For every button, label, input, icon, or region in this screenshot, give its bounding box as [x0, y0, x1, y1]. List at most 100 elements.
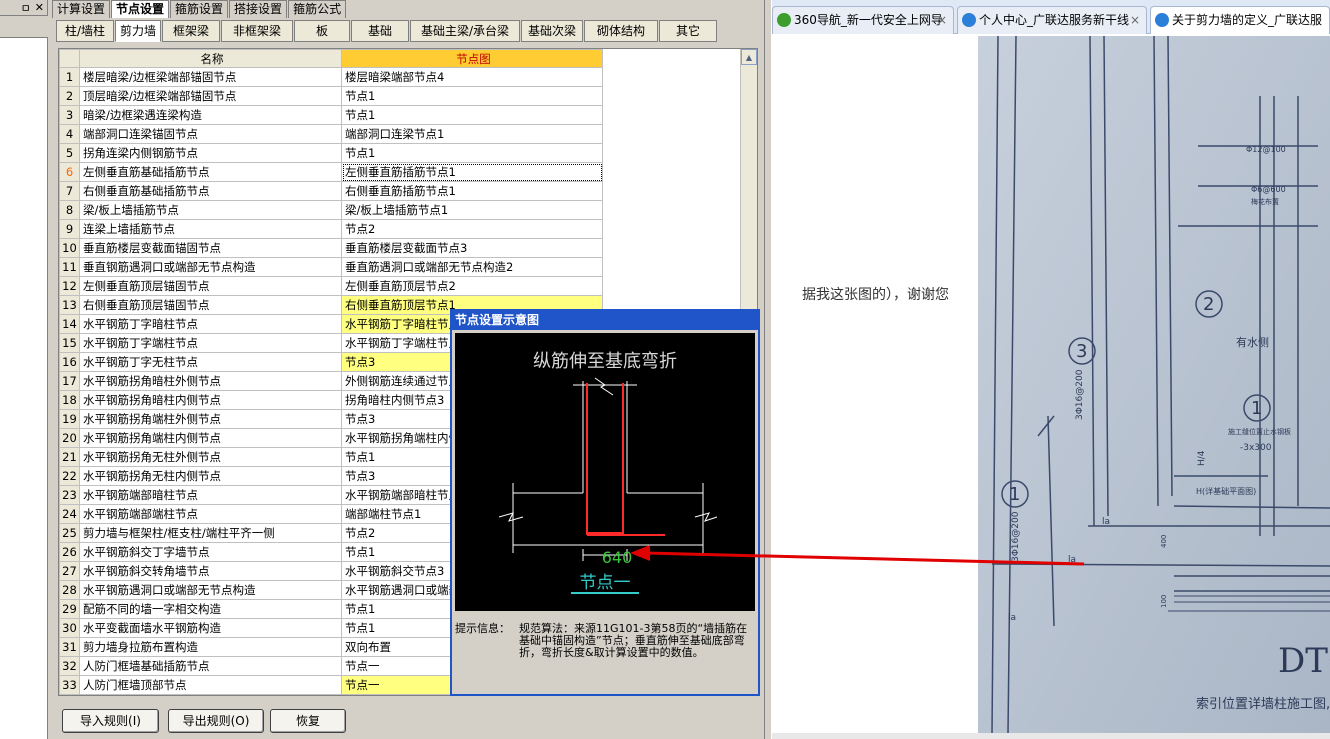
node-value-cell[interactable]: 楼层暗梁端部节点4 — [341, 67, 603, 87]
drawing-elev-value: -3x300 — [1240, 443, 1272, 453]
drawing-big-text: DTQ — [1278, 641, 1330, 681]
table-row[interactable]: 2 顶层暗梁/边框梁端部锚固节点 节点1 — [59, 86, 603, 106]
tab-stirrup-settings[interactable]: 箍筋设置 — [170, 0, 229, 18]
node-name-cell: 水平钢筋拐角暗柱外侧节点 — [79, 371, 342, 391]
restore-button[interactable]: 恢复 — [270, 709, 346, 733]
close-icon[interactable]: × — [1130, 7, 1140, 33]
row-number: 27 — [59, 561, 80, 581]
node-name-cell: 顶层暗梁/边框梁端部锚固节点 — [79, 86, 342, 106]
node-value-cell[interactable]: 垂直筋遇洞口或端部无节点构造2 — [341, 257, 603, 277]
node-name-cell: 垂直钢筋遇洞口或端部无节点构造 — [79, 257, 342, 277]
side-panel-header: ㅁ ✕ — [0, 0, 47, 16]
browser-tab-title: 360导航_新一代安全上网导 — [794, 13, 943, 27]
table-row[interactable]: 1 楼层暗梁/边框梁端部锚固节点 楼层暗梁端部节点4 — [59, 67, 603, 87]
node-name-cell: 垂直筋楼层变截面锚固节点 — [79, 238, 342, 258]
import-rules-button[interactable]: 导入规则(I) — [62, 709, 159, 733]
drawing-circle-1-left: 1 — [1009, 484, 1020, 505]
row-number: 22 — [59, 466, 80, 486]
row-number: 4 — [59, 124, 80, 144]
tab-node-settings[interactable]: 节点设置 — [111, 0, 170, 18]
drawing-h-mark: H(详基础平面图) — [1196, 486, 1256, 496]
scroll-up-icon[interactable]: ▲ — [741, 49, 757, 65]
drawing-photo: 3 2 1 1 Φ12@100 Φ6@600 梅花布置 有水侧 施工缝位置止水钢… — [978, 36, 1330, 733]
tab-non-frame-beam[interactable]: 非框架梁 — [221, 20, 293, 42]
tab-foundation[interactable]: 基础 — [351, 20, 409, 42]
node-value-cell[interactable]: 右侧垂直筋插筋节点1 — [341, 181, 603, 201]
page-text: 据我这张图的），谢谢您 — [802, 287, 949, 303]
rebar-lines — [586, 383, 665, 536]
node-name-cell: 楼层暗梁/边框梁端部锚固节点 — [79, 67, 342, 87]
tab-foundation-secondary-beam[interactable]: 基础次梁 — [521, 20, 583, 42]
row-number: 19 — [59, 409, 80, 429]
drawing-water-side: 有水侧 — [1236, 335, 1269, 349]
browser-window: 360导航_新一代安全上网导 × 个人中心_广联达服务新干线 × 关于剪力墙的定… — [772, 0, 1330, 739]
row-number: 2 — [59, 86, 80, 106]
row-number: 16 — [59, 352, 80, 372]
row-number: 20 — [59, 428, 80, 448]
node-name-cell: 暗梁/边框梁遇连梁构造 — [79, 105, 342, 125]
tab-lap-settings[interactable]: 搭接设置 — [229, 0, 288, 18]
node-name-cell: 剪力墙身拉筋布置构造 — [79, 637, 342, 657]
drawing-dim-1: 3Φ16@200 — [1075, 369, 1085, 420]
tab-column[interactable]: 柱/墙柱 — [56, 20, 114, 42]
node-name-cell: 右侧垂直筋顶层锚固节点 — [79, 295, 342, 315]
export-rules-button[interactable]: 导出规则(O) — [168, 709, 264, 733]
row-number: 31 — [59, 637, 80, 657]
table-row[interactable]: 5 拐角连梁内侧钢筋节点 节点1 — [59, 143, 603, 163]
node-preview-window: 节点设置示意图 纵筋伸至基底弯折 640 节点一 提示信息： 规范算法：来源11… — [450, 309, 760, 696]
row-number: 8 — [59, 200, 80, 220]
node-name-cell: 水平变截面墙水平钢筋构造 — [79, 618, 342, 638]
row-number: 30 — [59, 618, 80, 638]
browser-tab-shear-wall[interactable]: 关于剪力墙的定义_广联达服 — [1150, 6, 1330, 34]
preview-title[interactable]: 节点设置示意图 — [452, 311, 758, 330]
tab-masonry[interactable]: 砌体结构 — [584, 20, 658, 42]
node-value-cell[interactable]: 节点2 — [341, 219, 603, 239]
tab-slab[interactable]: 板 — [294, 20, 350, 42]
table-row[interactable]: 8 梁/板上墙插筋节点 梁/板上墙插筋节点1 — [59, 200, 603, 220]
close-icon[interactable]: × — [937, 7, 947, 33]
node-value-cell[interactable]: 节点1 — [341, 86, 603, 106]
pin-icon[interactable]: ㅁ — [21, 0, 31, 16]
close-icon[interactable]: ✕ — [35, 1, 44, 14]
browser-tab-personal[interactable]: 个人中心_广联达服务新干线 × — [957, 6, 1147, 34]
node-value-cell[interactable]: 左侧垂直筋顶层节点2 — [341, 276, 603, 296]
tab-stirrup-formula[interactable]: 箍筋公式 — [288, 0, 347, 18]
table-row[interactable]: 4 端部洞口连梁锚固节点 端部洞口连梁节点1 — [59, 124, 603, 144]
node-value-cell[interactable]: 左侧垂直筋插筋节点1 — [341, 162, 603, 182]
node-name-cell: 人防门框墙基础插筋节点 — [79, 656, 342, 676]
table-row[interactable]: 3 暗梁/边框梁遇连梁构造 节点1 — [59, 105, 603, 125]
node-name-cell: 水平钢筋拐角无柱外侧节点 — [79, 447, 342, 467]
row-number: 33 — [59, 675, 80, 695]
node-value-cell[interactable]: 节点1 — [341, 143, 603, 163]
table-row[interactable]: 12 左侧垂直筋顶层锚固节点 左侧垂直筋顶层节点2 — [59, 276, 603, 296]
browser-tab-360[interactable]: 360导航_新一代安全上网导 × — [772, 6, 954, 34]
node-name-cell: 配筋不同的墙一字相交构造 — [79, 599, 342, 619]
top-tab-bar: 计算设置 节点设置 箍筋设置 搭接设置 箍筋公式 — [52, 0, 347, 18]
node-value-cell[interactable]: 端部洞口连梁节点1 — [341, 124, 603, 144]
browser-hscroll[interactable] — [772, 733, 1330, 739]
tab-shear-wall[interactable]: 剪力墙 — [115, 20, 161, 42]
table-row[interactable]: 9 连梁上墙插筋节点 节点2 — [59, 219, 603, 239]
header-name: 名称 — [79, 49, 342, 68]
browser-tab-strip: 360导航_新一代安全上网导 × 个人中心_广联达服务新干线 × 关于剪力墙的定… — [772, 0, 1330, 34]
node-value-cell[interactable]: 垂直筋楼层变截面节点3 — [341, 238, 603, 258]
side-panel: ㅁ ✕ — [0, 0, 48, 739]
tab-calc-settings[interactable]: 计算设置 — [52, 0, 111, 18]
node-value-cell[interactable]: 节点1 — [341, 105, 603, 125]
tab-frame-beam[interactable]: 框架梁 — [162, 20, 220, 42]
table-row[interactable]: 11 垂直钢筋遇洞口或端部无节点构造 垂直筋遇洞口或端部无节点构造2 — [59, 257, 603, 277]
node-value-cell[interactable]: 梁/板上墙插筋节点1 — [341, 200, 603, 220]
tab-other[interactable]: 其它 — [659, 20, 717, 42]
drawing-la-1: la — [1102, 517, 1110, 527]
screen: ㅁ ✕ 计算设置 节点设置 箍筋设置 搭接设置 箍筋公式 柱/墙柱 剪力墙 框架… — [0, 0, 1330, 739]
table-row[interactable]: 7 右侧垂直筋基础插筋节点 右侧垂直筋插筋节点1 — [59, 181, 603, 201]
row-number: 10 — [59, 238, 80, 258]
node-name-cell: 水平钢筋拐角端柱内侧节点 — [79, 428, 342, 448]
drawing-circle-2: 2 — [1203, 294, 1214, 315]
node-name-cell: 水平钢筋斜交丁字墙节点 — [79, 542, 342, 562]
table-row[interactable]: 10 垂直筋楼层变截面锚固节点 垂直筋楼层变截面节点3 — [59, 238, 603, 258]
tab-foundation-main-beam[interactable]: 基础主梁/承台梁 — [410, 20, 520, 42]
table-row[interactable]: 6 左侧垂直筋基础插筋节点 左侧垂直筋插筋节点1 — [59, 162, 603, 182]
node-name-cell: 连梁上墙插筋节点 — [79, 219, 342, 239]
row-number: 21 — [59, 447, 80, 467]
